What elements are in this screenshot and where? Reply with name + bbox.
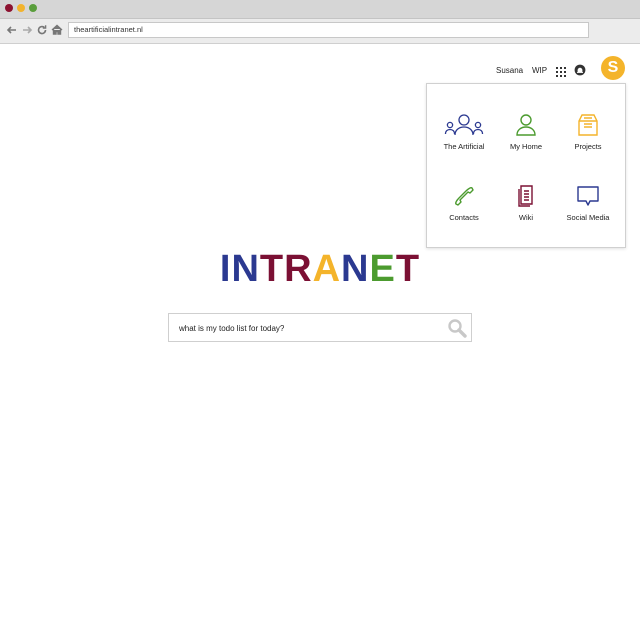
logo-letter: N bbox=[231, 248, 260, 290]
reload-icon[interactable] bbox=[35, 22, 49, 38]
home-icon[interactable] bbox=[50, 22, 64, 38]
apps-grid-icon[interactable] bbox=[556, 64, 566, 77]
browser-toolbar: theartificialintranet.nl bbox=[0, 19, 640, 44]
search-icon[interactable] bbox=[447, 318, 467, 338]
phone-icon bbox=[455, 187, 474, 206]
app-tile-projects[interactable]: Projects bbox=[555, 113, 621, 173]
back-arrow-icon[interactable] bbox=[5, 22, 19, 38]
speech-bubble-icon bbox=[577, 186, 599, 206]
app-label-wiki: Wiki bbox=[518, 213, 534, 222]
user-name-link[interactable]: Susana bbox=[496, 66, 523, 75]
search-input[interactable] bbox=[179, 321, 429, 335]
folder-box-icon bbox=[578, 114, 598, 136]
forward-arrow-icon[interactable] bbox=[20, 22, 34, 38]
logo-letter: I bbox=[219, 248, 232, 290]
document-icon bbox=[518, 185, 533, 207]
search-box bbox=[168, 313, 472, 342]
app-tile-the-artificial[interactable]: The Artificial bbox=[431, 113, 497, 173]
app-label-contacts: Contacts bbox=[449, 213, 479, 222]
minimize-window-button[interactable] bbox=[17, 4, 25, 12]
logo-letter: T bbox=[395, 248, 421, 290]
logo-letter: N bbox=[341, 248, 370, 290]
avatar[interactable]: S bbox=[601, 56, 625, 80]
app-label-my-home: My Home bbox=[509, 142, 543, 151]
app-label-social-media: Social Media bbox=[566, 213, 610, 222]
logo-letter: T bbox=[259, 248, 285, 290]
notification-icon[interactable] bbox=[574, 63, 586, 76]
address-bar[interactable]: theartificialintranet.nl bbox=[68, 22, 589, 38]
app-tile-wiki[interactable]: Wiki bbox=[493, 184, 559, 244]
close-window-button[interactable] bbox=[5, 4, 13, 12]
wip-link[interactable]: WIP bbox=[532, 66, 547, 75]
person-icon bbox=[516, 114, 536, 136]
logo-letter: A bbox=[312, 248, 342, 290]
logo-letter: R bbox=[284, 248, 313, 290]
app-label-the-artificial: The Artificial bbox=[443, 142, 485, 151]
app-tile-contacts[interactable]: Contacts bbox=[431, 184, 497, 244]
window-titlebar bbox=[0, 0, 640, 19]
intranet-logo: INTRANET bbox=[0, 248, 640, 290]
apps-menu-panel: The Artificial My Home Projects Contacts bbox=[426, 83, 626, 248]
logo-letter: E bbox=[369, 248, 396, 290]
maximize-window-button[interactable] bbox=[29, 4, 37, 12]
app-tile-my-home[interactable]: My Home bbox=[493, 113, 559, 173]
people-group-icon bbox=[444, 114, 484, 136]
app-label-projects: Projects bbox=[574, 142, 602, 151]
app-tile-social-media[interactable]: Social Media bbox=[555, 184, 621, 244]
